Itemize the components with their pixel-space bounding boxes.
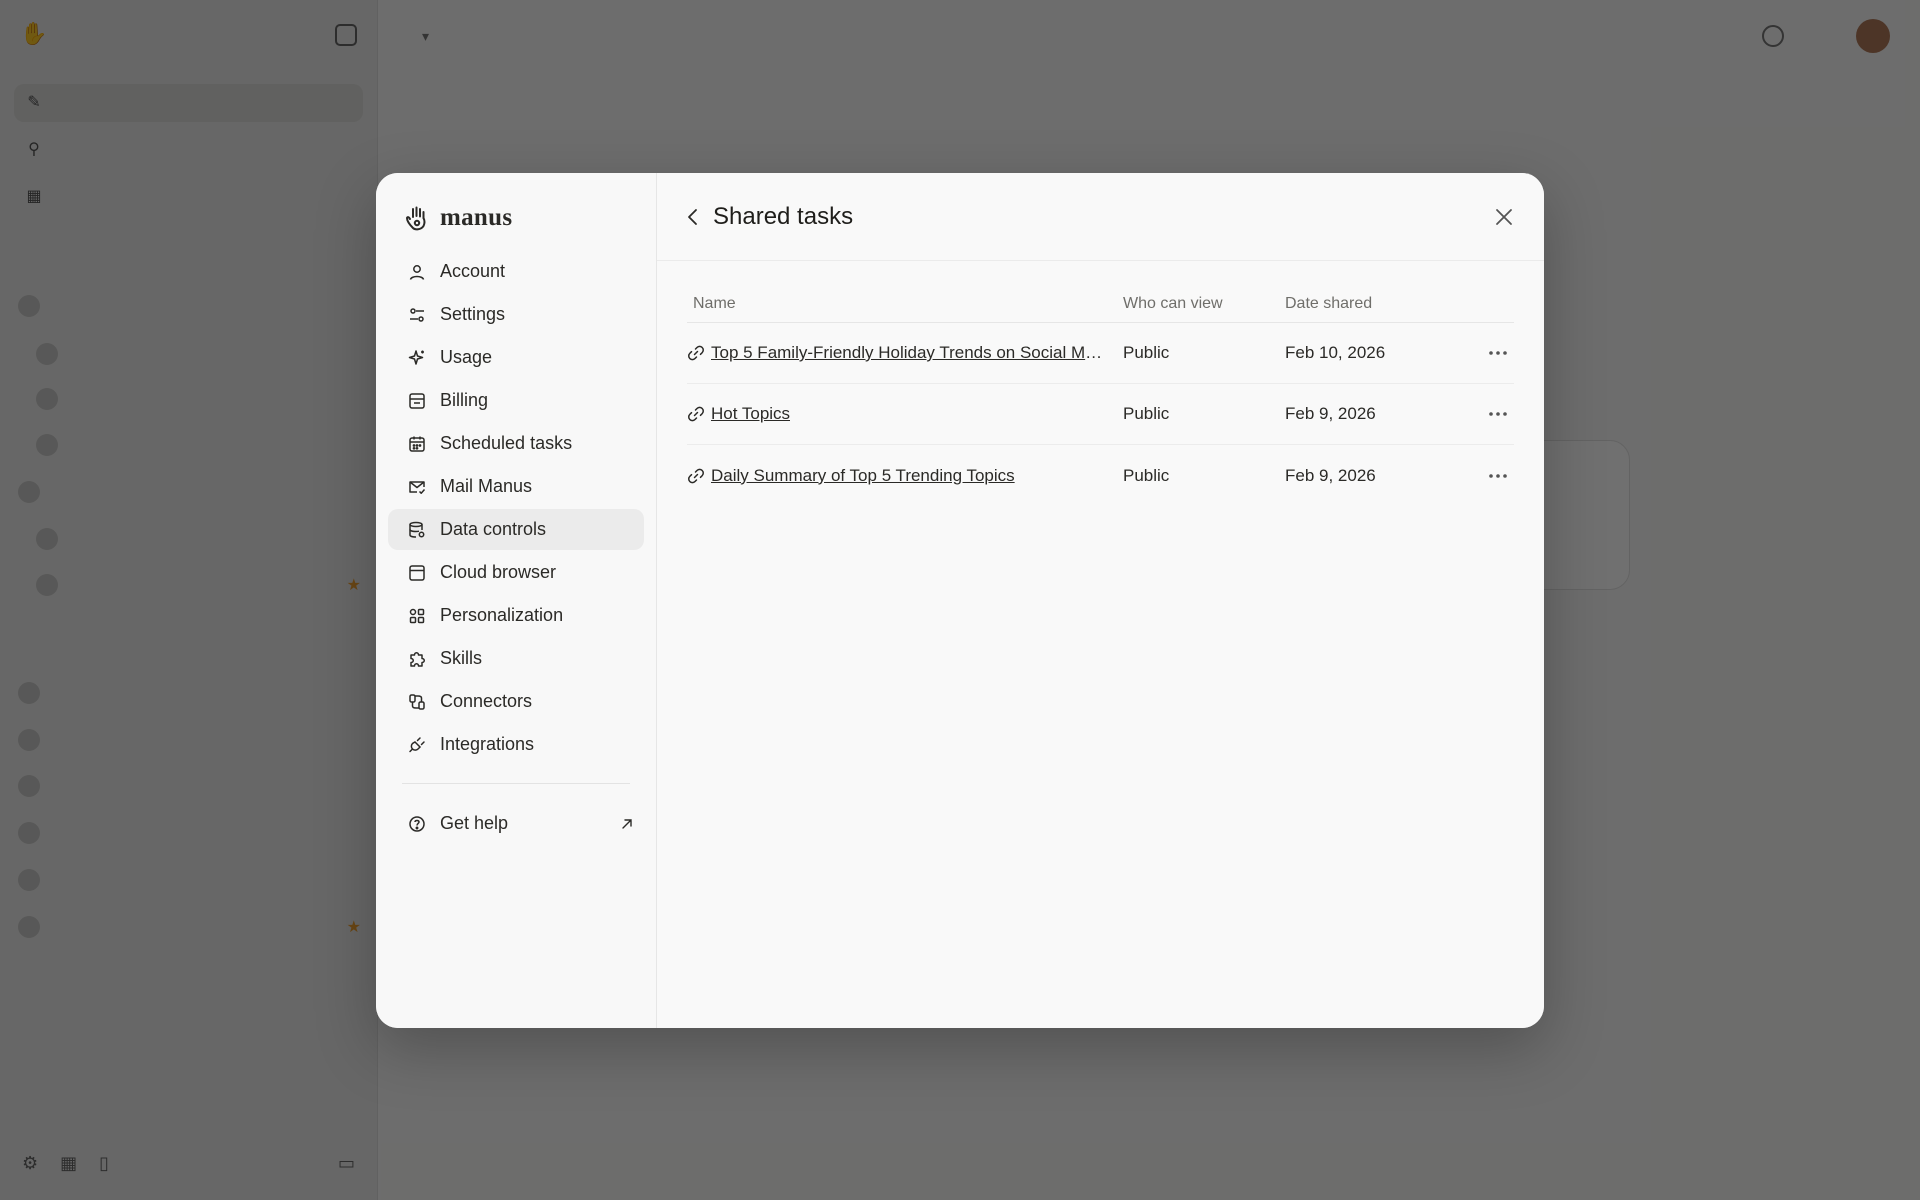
table-row: Daily Summary of Top 5 Trending Topics P… — [687, 445, 1514, 506]
more-options-button[interactable] — [1486, 341, 1510, 365]
menu-item-scheduled-tasks[interactable]: Scheduled tasks — [388, 423, 644, 464]
menu-divider — [402, 783, 630, 784]
cell-actions — [1465, 464, 1514, 488]
cell-actions — [1465, 341, 1514, 365]
table-row: Top 5 Family-Friendly Holiday Trends on … — [687, 323, 1514, 384]
cell-actions — [1465, 402, 1514, 426]
menu-item-mail-manus[interactable]: Mail Manus — [388, 466, 644, 507]
billing-icon — [408, 392, 426, 410]
column-header-name: Name — [693, 294, 736, 312]
menu-item-label: Cloud browser — [440, 562, 557, 582]
shared-tasks-table: Name Who can view Date shared Top 5 Fami… — [687, 285, 1514, 506]
sparkle-icon — [408, 349, 426, 367]
menu-item-account[interactable]: Account — [388, 251, 644, 292]
menu-item-label: Mail Manus — [440, 476, 533, 496]
menu-item-cloud-browser[interactable]: Cloud browser — [388, 552, 644, 593]
help-icon — [408, 815, 426, 833]
menu-item-label: Settings — [440, 304, 506, 324]
user-icon — [408, 263, 426, 281]
menu-item-label: Billing — [440, 390, 489, 410]
menu-item-label: Personalization — [440, 605, 564, 625]
get-help-link[interactable]: Get help — [388, 803, 644, 844]
mail-icon — [408, 478, 426, 496]
menu-item-connectors[interactable]: Connectors — [388, 681, 644, 722]
settings-modal: manus Account Settings Usage Billing Sch… — [376, 173, 1544, 1028]
manus-brand: manus — [404, 203, 512, 233]
shared-task-link[interactable]: Top 5 Family-Friendly Holiday Trends on … — [711, 343, 1106, 363]
calendar-icon — [408, 435, 426, 453]
grid-icon — [408, 607, 426, 625]
menu-item-label: Data controls — [440, 519, 547, 539]
menu-item-usage[interactable]: Usage — [388, 337, 644, 378]
database-icon — [408, 521, 426, 539]
settings-menu: Account Settings Usage Billing Scheduled… — [388, 251, 644, 767]
chevron-left-icon — [688, 208, 697, 225]
cell-name: Hot Topics — [687, 404, 1123, 424]
column-header-who-can-view: Who can view — [1123, 294, 1223, 312]
get-help-label: Get help — [440, 813, 509, 833]
page-title: Shared tasks — [713, 202, 854, 230]
link-icon — [687, 344, 705, 362]
panel-header: Shared tasks — [657, 173, 1544, 261]
column-header-date-shared: Date shared — [1285, 294, 1373, 312]
back-button[interactable] — [683, 207, 703, 227]
external-link-icon — [620, 817, 634, 831]
more-options-button[interactable] — [1486, 402, 1510, 426]
settings-sidebar: manus Account Settings Usage Billing Sch… — [376, 173, 657, 1028]
cell-date-shared: Feb 9, 2026 — [1285, 465, 1376, 485]
more-horizontal-icon — [1489, 412, 1507, 416]
link-icon — [687, 467, 705, 485]
cell-who-can-view: Public — [1123, 343, 1170, 362]
manus-wordmark: manus — [440, 204, 513, 231]
close-button[interactable] — [1494, 207, 1514, 227]
more-options-button[interactable] — [1486, 464, 1510, 488]
menu-item-settings[interactable]: Settings — [388, 294, 644, 335]
manus-logo-icon — [404, 204, 430, 232]
menu-item-label: Connectors — [440, 691, 533, 711]
menu-item-integrations[interactable]: Integrations — [388, 724, 644, 765]
connector-icon — [408, 693, 426, 711]
menu-item-label: Integrations — [440, 734, 535, 754]
browser-icon — [408, 564, 426, 582]
menu-item-label: Usage — [440, 347, 493, 367]
cell-who-can-view: Public — [1123, 404, 1170, 423]
puzzle-icon — [408, 650, 426, 668]
menu-item-billing[interactable]: Billing — [388, 380, 644, 421]
shared-task-link[interactable]: Hot Topics — [711, 404, 790, 424]
cell-name: Top 5 Family-Friendly Holiday Trends on … — [687, 343, 1123, 363]
menu-item-label: Skills — [440, 648, 483, 668]
menu-item-label: Scheduled tasks — [440, 433, 573, 453]
menu-item-skills[interactable]: Skills — [388, 638, 644, 679]
menu-item-data-controls[interactable]: Data controls — [388, 509, 644, 550]
menu-item-personalization[interactable]: Personalization — [388, 595, 644, 636]
sliders-icon — [408, 306, 426, 324]
plug-icon — [408, 736, 426, 754]
close-icon — [1496, 209, 1512, 225]
link-icon — [687, 405, 705, 423]
menu-item-label: Account — [440, 261, 506, 281]
table-header: Name Who can view Date shared — [687, 285, 1514, 323]
more-horizontal-icon — [1489, 473, 1507, 478]
table-row: Hot Topics Public Feb 9, 2026 — [687, 384, 1514, 445]
shared-tasks-panel: Shared tasks Name Who can view Date shar… — [657, 173, 1544, 1028]
cell-date-shared: Feb 9, 2026 — [1285, 404, 1376, 423]
more-horizontal-icon — [1489, 351, 1507, 355]
cell-name: Daily Summary of Top 5 Trending Topics — [687, 466, 1123, 486]
cell-who-can-view: Public — [1123, 465, 1170, 485]
cell-date-shared: Feb 10, 2026 — [1285, 343, 1386, 362]
shared-task-link[interactable]: Daily Summary of Top 5 Trending Topics — [711, 466, 1015, 486]
